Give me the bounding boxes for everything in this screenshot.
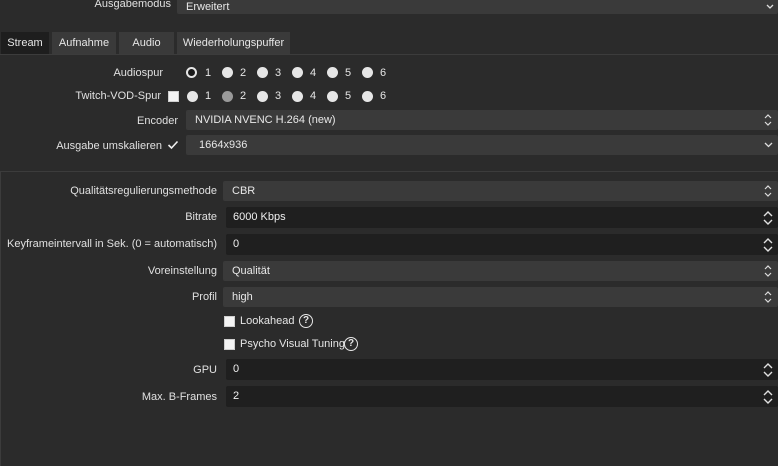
vod-track-radio-2[interactable] xyxy=(222,91,233,102)
spin-arrows-icon[interactable] xyxy=(759,208,777,227)
preset-label: Voreinstellung xyxy=(147,265,217,277)
bitrate-spinbox[interactable]: 6000 Kbps xyxy=(226,207,778,228)
checkmark-icon xyxy=(167,140,179,150)
gpu-value: 0 xyxy=(233,363,240,375)
audio-track-radio-2[interactable] xyxy=(222,67,233,78)
profile-value: high xyxy=(232,291,253,303)
vod-track-radio-1[interactable] xyxy=(187,91,198,102)
help-icon[interactable]: ? xyxy=(299,314,313,328)
rate-control-select[interactable]: CBR xyxy=(223,181,778,201)
rate-control-value: CBR xyxy=(232,185,256,197)
audio-track-option-2: 2 xyxy=(240,67,247,79)
audio-track-radio-4[interactable] xyxy=(292,67,303,78)
chevron-down-icon xyxy=(759,136,777,154)
bframes-label: Max. B-Frames xyxy=(141,391,217,403)
audio-track-radio-3[interactable] xyxy=(257,67,268,78)
audio-track-radio-5[interactable] xyxy=(327,67,338,78)
lookahead-checkbox[interactable] xyxy=(224,316,235,327)
tab-replay-buffer[interactable]: Wiederholungspuffer xyxy=(176,31,291,55)
audio-track-option-3: 3 xyxy=(275,67,282,79)
audio-track-radio-6[interactable] xyxy=(362,67,373,78)
audio-track-radio-1[interactable] xyxy=(186,67,197,78)
rescale-resolution-select[interactable]: 1664x936 xyxy=(186,135,778,155)
updown-arrows-icon xyxy=(759,288,777,306)
output-mode-label: Ausgabemodus xyxy=(94,0,171,10)
encoder-value: NVIDIA NVENC H.264 (new) xyxy=(195,114,336,126)
vod-track-option-3: 3 xyxy=(275,90,282,102)
vod-track-radio-5[interactable] xyxy=(327,91,338,102)
updown-arrows-icon xyxy=(759,262,777,280)
tab-recording[interactable]: Aufnahme xyxy=(51,31,117,55)
spin-arrows-icon[interactable] xyxy=(759,235,777,254)
gpu-label: GPU xyxy=(193,364,217,376)
audio-track-option-1: 1 xyxy=(205,67,212,79)
preset-select[interactable]: Qualität xyxy=(223,261,778,281)
rate-control-label: Qualitätsregulierungsmethode xyxy=(70,185,217,197)
vod-track-radio-3[interactable] xyxy=(257,91,268,102)
tab-stream[interactable]: Stream xyxy=(0,31,50,55)
bitrate-value: 6000 Kbps xyxy=(233,211,286,223)
keyframe-spinbox[interactable]: 0 xyxy=(226,234,778,255)
output-mode-select[interactable]: Erweitert xyxy=(177,0,778,14)
vod-track-radio-6[interactable] xyxy=(362,91,373,102)
keyframe-value: 0 xyxy=(233,238,240,250)
rescale-checkbox[interactable] xyxy=(167,139,179,151)
vod-track-option-6: 6 xyxy=(380,90,387,102)
preset-value: Qualität xyxy=(232,265,270,277)
gpu-spinbox[interactable]: 0 xyxy=(226,359,778,380)
encoder-select[interactable]: NVIDIA NVENC H.264 (new) xyxy=(186,110,778,130)
psycho-visual-checkbox[interactable] xyxy=(224,339,235,350)
chevron-down-icon xyxy=(763,0,777,13)
tab-divider xyxy=(0,54,778,55)
spin-arrows-icon[interactable] xyxy=(759,360,777,379)
tab-audio[interactable]: Audio xyxy=(118,31,175,55)
vod-track-label: Twitch-VOD-Spur xyxy=(75,90,161,102)
profile-select[interactable]: high xyxy=(223,287,778,307)
lookahead-label: Lookahead xyxy=(240,315,295,327)
audio-track-label: Audiospur xyxy=(113,67,163,79)
help-icon[interactable]: ? xyxy=(344,337,358,351)
bframes-spinbox[interactable]: 2 xyxy=(226,386,778,407)
audio-track-option-4: 4 xyxy=(310,67,317,79)
vod-track-option-1: 1 xyxy=(205,90,212,102)
bitrate-label: Bitrate xyxy=(185,211,217,223)
encoder-label: Encoder xyxy=(137,115,178,127)
profile-label: Profil xyxy=(191,291,217,303)
vod-track-option-2: 2 xyxy=(240,90,247,102)
updown-arrows-icon xyxy=(759,111,777,129)
vod-track-radio-4[interactable] xyxy=(292,91,303,102)
rescale-value: 1664x936 xyxy=(199,139,248,151)
output-mode-value: Erweitert xyxy=(186,1,230,13)
rescale-label: Ausgabe umskalieren xyxy=(56,140,162,152)
bframes-value: 2 xyxy=(233,390,240,402)
updown-arrows-icon xyxy=(759,182,777,200)
audio-track-option-5: 5 xyxy=(345,67,352,79)
audio-track-option-6: 6 xyxy=(380,67,387,79)
psycho-visual-label: Psycho Visual Tuning xyxy=(240,338,345,350)
vod-track-option-5: 5 xyxy=(345,90,352,102)
vod-track-option-4: 4 xyxy=(310,90,317,102)
spin-arrows-icon[interactable] xyxy=(759,387,777,406)
vod-track-checkbox[interactable] xyxy=(168,91,179,102)
keyframe-label: Keyframeintervall in Sek. (0 = automatis… xyxy=(6,238,217,250)
